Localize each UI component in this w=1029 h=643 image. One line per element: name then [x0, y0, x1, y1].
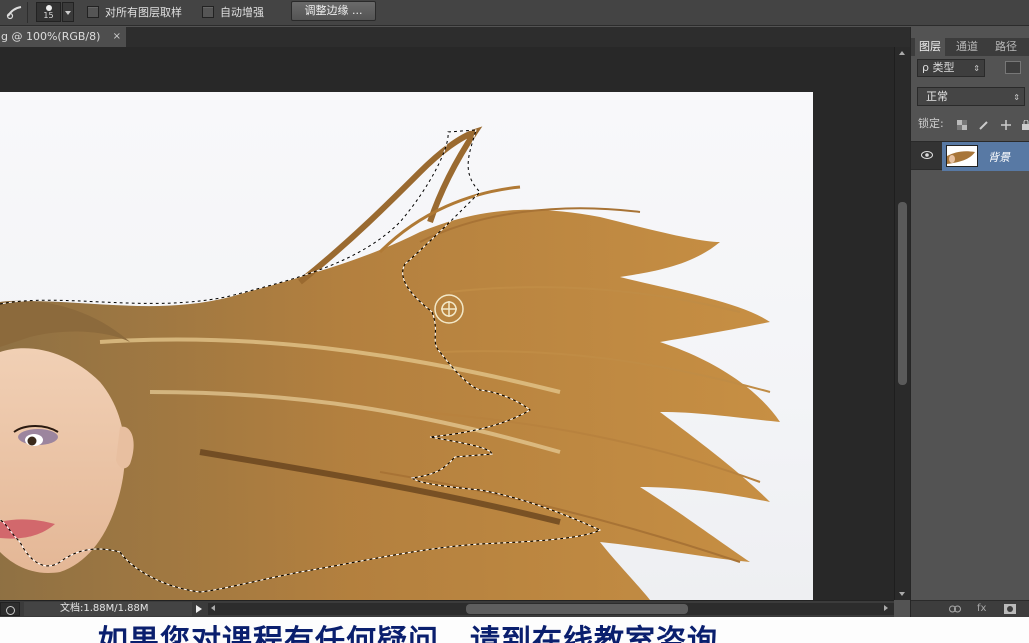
status-bar: 文档:1.88M/1.88M: [0, 600, 894, 617]
blend-mode-select[interactable]: 正常 ⇕: [917, 87, 1025, 106]
lock-all-icon[interactable]: [1021, 120, 1029, 130]
scroll-up-icon[interactable]: [899, 51, 905, 55]
scroll-right-icon[interactable]: [884, 605, 888, 611]
brush-size-picker[interactable]: 15: [36, 2, 61, 22]
checkbox-box[interactable]: [87, 6, 99, 18]
layer-thumbnail: [946, 145, 978, 167]
mask-icon[interactable]: [1004, 604, 1016, 614]
hair-photo: [0, 126, 780, 600]
tab-paths[interactable]: 路径: [995, 38, 1017, 56]
blend-mode-value: 正常: [926, 90, 948, 103]
lock-row: 锁定:: [918, 117, 1029, 131]
layers-panel: 图层 通道 路径 ρ 类型 ⇕ 正常 ⇕ 锁定: 背景 fx: [910, 27, 1029, 617]
lock-transparent-icon[interactable]: [957, 120, 967, 130]
pixel-layer-filter-icon[interactable]: [1005, 61, 1021, 74]
sample-all-layers-checkbox[interactable]: 对所有图层取样: [87, 3, 182, 21]
visibility-eye-icon[interactable]: [921, 150, 933, 160]
quick-selection-brush-icon[interactable]: [2, 2, 28, 23]
tab-layers[interactable]: 图层: [915, 38, 945, 56]
horizontal-scrollbar[interactable]: [208, 603, 894, 615]
lock-image-icon[interactable]: [979, 120, 989, 130]
layer-row[interactable]: 背景: [911, 141, 1029, 171]
layer-kind-filter[interactable]: ρ 类型 ⇕: [917, 59, 985, 77]
auto-enhance-label: 自动增强: [220, 6, 264, 19]
tab-channels[interactable]: 通道: [956, 38, 978, 56]
link-icon[interactable]: [949, 605, 961, 613]
brush-size-value: 15: [43, 11, 54, 20]
scroll-down-icon[interactable]: [899, 592, 905, 596]
panel-footer: fx: [911, 600, 1029, 617]
lock-position-icon[interactable]: [1001, 120, 1011, 130]
chevron-updown-icon: ⇕: [973, 64, 980, 73]
panel-tab-bar: 图层 通道 路径: [911, 38, 1029, 56]
document-tab-title: g @ 100%(RGB/8): [1, 30, 101, 43]
refine-edge-button[interactable]: 调整边缘 ...: [291, 1, 376, 21]
video-subtitle: 如果您对课程有任何疑问，请到在线教室咨询: [98, 624, 718, 643]
brush-cursor-icon: [434, 294, 464, 324]
layer-name: 背景: [988, 151, 1010, 164]
vertical-scrollbar[interactable]: [894, 47, 910, 600]
document-tab[interactable]: g @ 100%(RGB/8) ×: [0, 27, 126, 47]
options-bar: 15 对所有图层取样 自动增强 调整边缘 ...: [0, 0, 1029, 26]
chevron-updown-icon: ⇕: [1013, 93, 1020, 102]
kind-filter-label: ρ 类型: [922, 61, 955, 74]
auto-enhance-checkbox[interactable]: 自动增强: [202, 3, 264, 21]
checkbox-box[interactable]: [202, 6, 214, 18]
document-tab-bar: g @ 100%(RGB/8) ×: [0, 27, 910, 47]
close-icon[interactable]: ×: [113, 27, 121, 46]
document-size-info[interactable]: 文档:1.88M/1.88M: [24, 602, 192, 616]
zoom-icon[interactable]: [0, 602, 20, 616]
scroll-left-icon[interactable]: [211, 605, 215, 611]
fx-icon[interactable]: fx: [977, 603, 986, 614]
scroll-thumb[interactable]: [898, 202, 907, 385]
document-image[interactable]: [0, 92, 813, 600]
status-menu-arrow-icon[interactable]: [196, 605, 202, 613]
brush-dropdown-button[interactable]: [62, 2, 74, 22]
lock-label: 锁定:: [918, 117, 944, 130]
canvas-area[interactable]: [0, 47, 894, 600]
sample-all-layers-label: 对所有图层取样: [105, 6, 182, 19]
subtitle-band: 如果您对课程有任何疑问，请到在线教室咨询: [0, 617, 1029, 643]
scroll-thumb[interactable]: [466, 604, 688, 614]
